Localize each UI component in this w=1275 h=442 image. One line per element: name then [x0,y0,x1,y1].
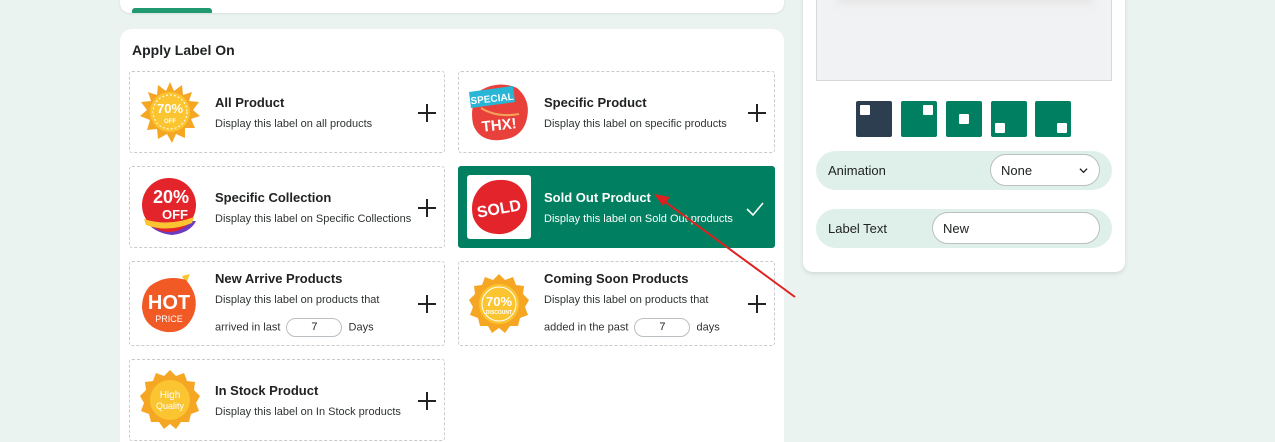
apply-label-on-card: Apply Label On 70% OFF All Product Displ… [120,29,784,442]
option-sold-out-product[interactable]: SOLD Sold Out Product Display this label… [458,166,775,248]
position-top-left-button[interactable] [856,101,892,137]
svg-text:OFF: OFF [164,119,176,125]
option-desc: Display this label on Specific Collectio… [215,213,412,225]
option-title: New Arrive Products [215,271,343,286]
plus-icon[interactable] [418,295,436,313]
option-in-stock-product[interactable]: High Quality In Stock Product Display th… [129,359,445,441]
label-preview [816,0,1112,81]
days-prefix: arrived in last [215,321,281,334]
position-marker [959,114,969,124]
badge-20-off: 20% OFF [138,175,202,239]
plus-icon[interactable] [748,104,766,122]
label-settings-card: Animation None Label Text New [803,0,1125,272]
option-desc: Display this label on specific products [544,118,727,130]
animation-value: None [1001,163,1033,178]
position-marker [923,105,933,115]
label-text-input[interactable]: New [932,212,1100,244]
option-desc-days: added in the past 7 days [544,318,720,337]
option-desc: Display this label on In Stock products [215,406,401,418]
previous-card [120,0,784,13]
svg-text:HOT: HOT [148,292,190,314]
animation-label: Animation [828,163,886,178]
option-desc-days: arrived in last 7 Days [215,318,374,337]
position-bottom-left-button[interactable] [991,101,1027,137]
badge-special-thx: SPECIAL THX! [467,80,531,144]
position-top-right-button[interactable] [901,101,937,137]
animation-select[interactable]: None [990,154,1100,186]
position-marker [995,123,1005,133]
days-suffix: Days [348,321,374,334]
label-text-row: Label Text New [816,209,1112,248]
svg-text:High: High [160,390,181,401]
position-center-button[interactable] [946,101,982,137]
option-title: Specific Collection [215,190,332,205]
svg-text:20%: 20% [153,187,189,207]
svg-text:PRICE: PRICE [155,314,183,324]
option-specific-collection[interactable]: 20% OFF Specific Collection Display this… [129,166,445,248]
plus-icon[interactable] [418,199,436,217]
chevron-down-icon [1079,168,1088,174]
option-title: Coming Soon Products [544,271,689,286]
days-suffix: days [696,321,720,334]
preview-image [837,0,1093,10]
position-bottom-right-button[interactable] [1035,101,1071,137]
svg-text:OFF: OFF [162,207,188,222]
option-desc: Display this label on all products [215,118,373,130]
option-title: In Stock Product [215,383,319,398]
badge-70-discount: 70% DISCOUNT [467,272,531,336]
svg-text:DISCOUNT: DISCOUNT [486,310,512,316]
badge-high-quality: High Quality [138,368,202,432]
option-title: All Product [215,95,285,110]
label-text-label: Label Text [828,221,888,236]
badge-sold: SOLD [467,175,531,239]
option-title: Specific Product [544,95,647,110]
option-new-arrive-products[interactable]: HOT PRICE New Arrive Products Display th… [129,261,445,346]
badge-hot-price: HOT PRICE [138,272,202,336]
option-desc: Display this label on Sold Out products [544,213,733,225]
svg-text:THX!: THX! [481,115,518,136]
section-title: Apply Label On [132,42,235,58]
check-icon [746,202,764,217]
plus-icon[interactable] [418,104,436,122]
svg-text:70%: 70% [486,294,512,309]
svg-text:Quality: Quality [156,401,185,411]
plus-icon[interactable] [748,295,766,313]
plus-icon[interactable] [418,392,436,410]
days-prefix: added in the past [544,321,629,334]
svg-text:70%: 70% [157,101,183,116]
days-input[interactable]: 7 [286,318,343,337]
position-marker [1057,123,1067,133]
save-button-edge[interactable] [132,8,212,13]
option-desc: Display this label on products that [544,294,709,306]
option-coming-soon-products[interactable]: 70% DISCOUNT Coming Soon Products Displa… [458,261,775,346]
badge-70-off: 70% OFF [138,80,202,144]
option-all-product[interactable]: 70% OFF All Product Display this label o… [129,71,445,153]
days-input[interactable]: 7 [634,318,691,337]
animation-row: Animation None [816,151,1112,190]
option-desc: Display this label on products that [215,294,380,306]
option-specific-product[interactable]: SPECIAL THX! Specific Product Display th… [458,71,775,153]
option-title: Sold Out Product [544,190,651,205]
position-marker [860,105,870,115]
